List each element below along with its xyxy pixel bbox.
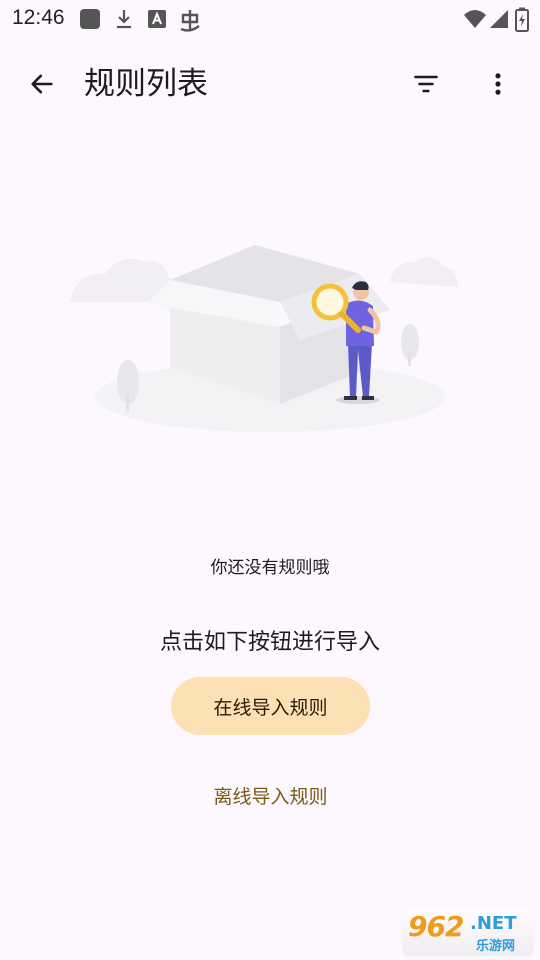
- app-bar: 规则列表: [0, 38, 540, 130]
- font-a-icon: [148, 10, 166, 28]
- app-notification-icon: [80, 9, 100, 29]
- bug-icon: [180, 10, 200, 32]
- empty-message: 你还没有规则哦: [210, 558, 330, 578]
- empty-box-illustration: [70, 245, 458, 432]
- offline-import-button[interactable]: 离线导入规则: [171, 770, 370, 820]
- status-bar: 12:46: [0, 0, 540, 38]
- watermark-logo: 962 .NET 乐游网: [402, 908, 534, 956]
- watermark-subtitle: 乐游网: [476, 939, 516, 954]
- online-import-label: 在线导入规则: [213, 696, 328, 719]
- online-import-button[interactable]: 在线导入规则: [171, 677, 370, 735]
- status-time: 12:46: [12, 6, 65, 29]
- watermark-number: 962: [408, 910, 464, 943]
- back-button[interactable]: [18, 60, 66, 108]
- arrow-back-icon: [31, 74, 53, 94]
- battery-charging-icon: [515, 7, 529, 32]
- import-hint: 点击如下按钮进行导入: [159, 630, 380, 655]
- signal-icon: [490, 10, 508, 28]
- offline-import-label: 离线导入规则: [213, 785, 328, 808]
- watermark-domain: .NET: [470, 913, 517, 934]
- download-icon: [117, 10, 131, 29]
- filter-button[interactable]: [402, 60, 450, 108]
- more-vert-icon: [495, 73, 501, 95]
- wifi-icon: [464, 10, 486, 28]
- filter-icon: [414, 75, 438, 93]
- more-options-button[interactable]: [474, 60, 522, 108]
- page-title: 规则列表: [84, 66, 208, 102]
